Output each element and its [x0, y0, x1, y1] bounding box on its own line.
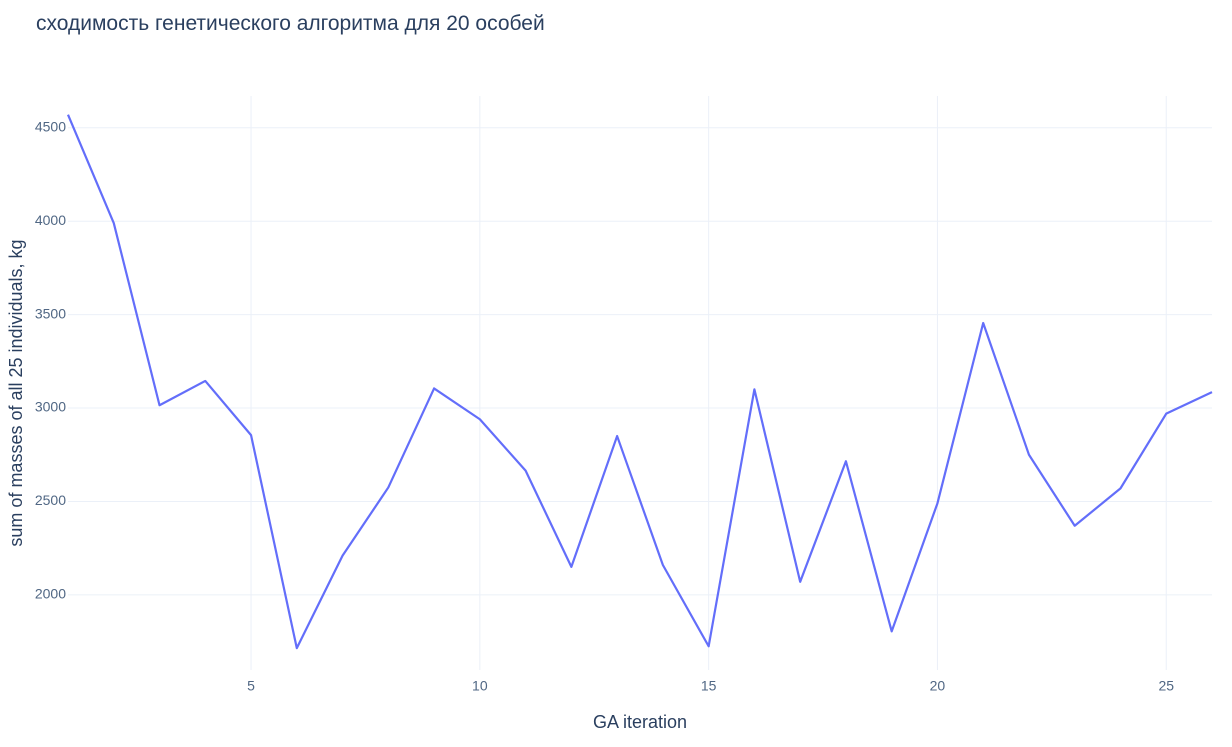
grid-lines	[68, 96, 1212, 670]
x-tick-label: 5	[247, 677, 255, 693]
series-line	[66, 114, 1213, 650]
y-tick-label: 4500	[35, 118, 66, 134]
x-tick-label: 20	[930, 677, 946, 693]
x-tick-label: 25	[1158, 677, 1174, 693]
y-tick-label: 3000	[35, 399, 66, 415]
x-tick-label: 10	[472, 677, 488, 693]
y-axis-title: sum of masses of all 25 individuals, kg	[6, 239, 26, 546]
tick-labels: 5 10 15 20 25 2000 2500 3000 3500 4000 4500	[35, 118, 1174, 693]
series-layer	[66, 114, 1213, 650]
y-tick-label: 2500	[35, 492, 66, 508]
y-tick-label: 3500	[35, 305, 66, 321]
x-axis-title: GA iteration	[593, 712, 687, 732]
y-tick-label: 4000	[35, 212, 66, 228]
y-tick-label: 2000	[35, 586, 66, 602]
x-tick-label: 15	[701, 677, 717, 693]
line-chart: 5 10 15 20 25 2000 2500 3000 3500 4000 4500 GA ite…	[6, 96, 1213, 732]
